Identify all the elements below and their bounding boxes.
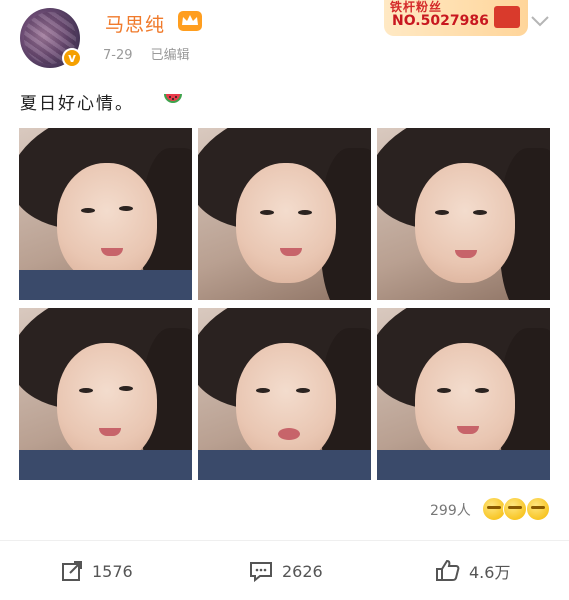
- verified-badge-icon: v: [62, 48, 82, 68]
- repost-button[interactable]: 1576: [60, 558, 133, 584]
- fan-badge[interactable]: 铁杆粉丝 NO.5027986: [384, 0, 528, 36]
- post-date: 7-29: [103, 48, 133, 63]
- photo-2[interactable]: [198, 128, 371, 300]
- photo-4[interactable]: [19, 308, 192, 480]
- comment-icon: [250, 562, 272, 583]
- like-count: 4.6万: [469, 563, 511, 582]
- like-button[interactable]: 4.6万: [435, 558, 510, 584]
- photo-grid: [19, 128, 551, 480]
- repost-count: 1576: [92, 561, 133, 581]
- post-meta: 7-29 已编辑: [103, 44, 204, 63]
- photo-1[interactable]: [19, 128, 192, 300]
- comment-count: 2626: [282, 561, 323, 581]
- photo-5[interactable]: [198, 308, 371, 480]
- fan-gift-icon: [494, 6, 520, 28]
- post-text: 夏日好心情。: [20, 94, 134, 114]
- fan-badge-number: NO.5027986: [392, 13, 489, 29]
- share-icon: [62, 561, 82, 581]
- photo-3[interactable]: [377, 128, 550, 300]
- crown-icon: [178, 11, 202, 31]
- watermelon-icon: [164, 94, 182, 103]
- laugh-icon: [526, 497, 550, 521]
- kiss-icon: [503, 497, 527, 521]
- edited-label[interactable]: 已编辑: [151, 48, 190, 63]
- author-name[interactable]: 马思纯: [105, 10, 165, 37]
- photo-6[interactable]: [377, 308, 550, 480]
- chevron-down-icon[interactable]: [530, 14, 550, 28]
- comment-button[interactable]: 2626: [248, 558, 323, 584]
- divider: [0, 540, 569, 541]
- likers-count[interactable]: 299人: [430, 500, 471, 520]
- thumbs-up-icon: [436, 559, 460, 581]
